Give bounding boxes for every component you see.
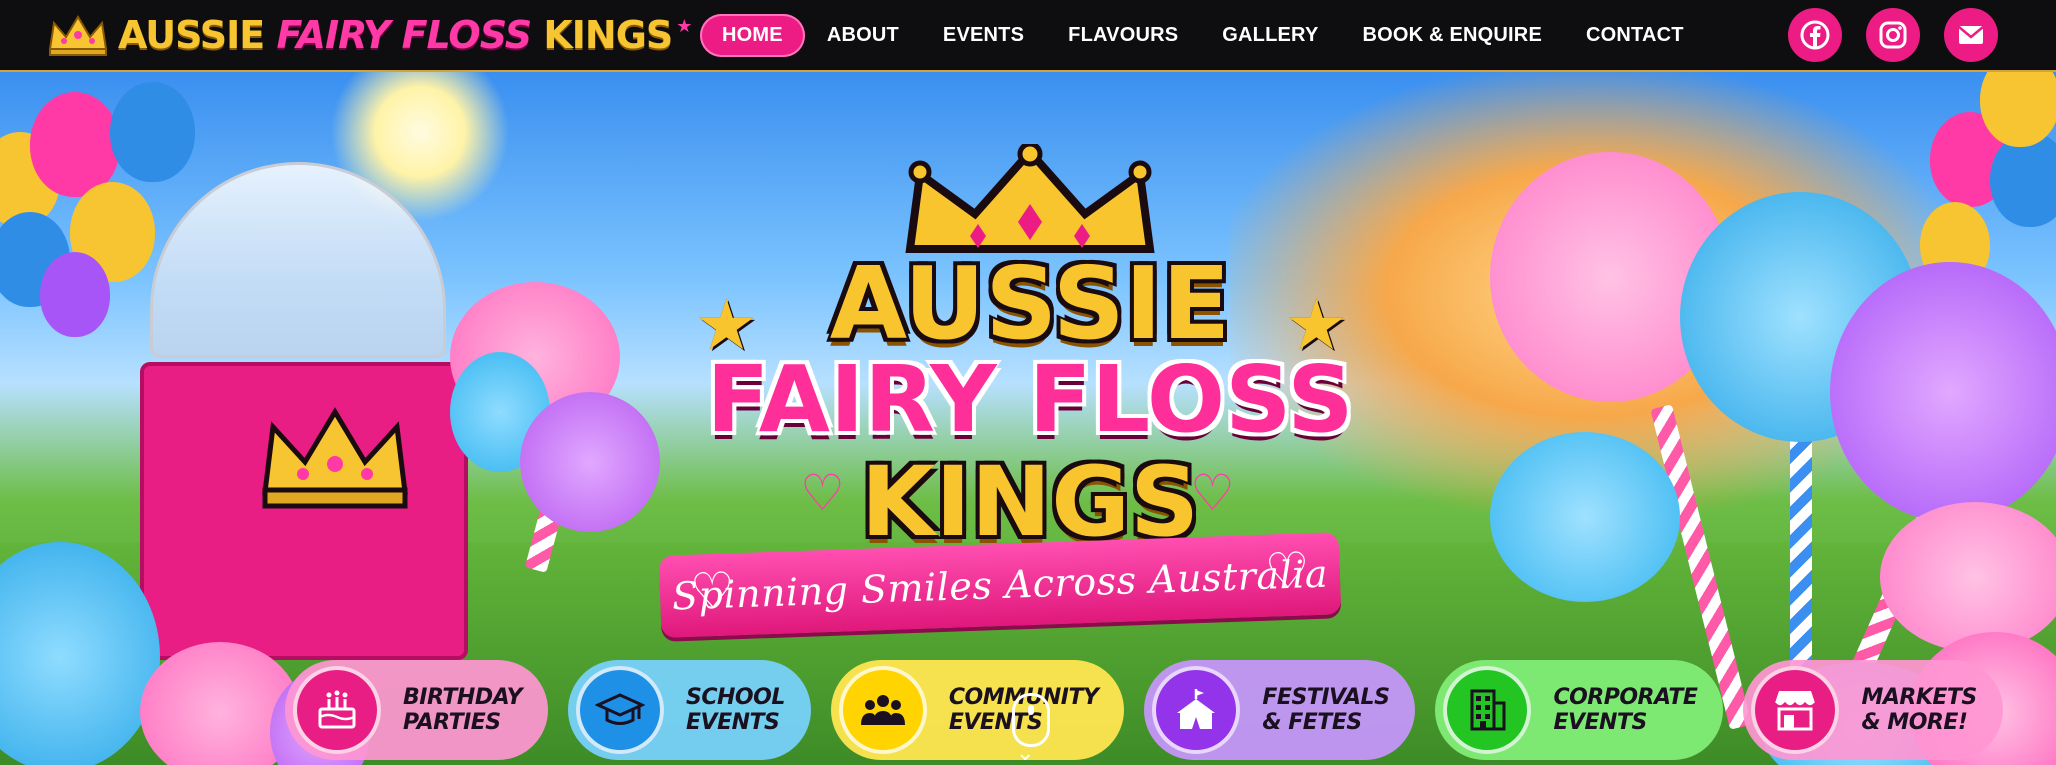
social-links bbox=[1788, 8, 1998, 62]
market-stall-icon bbox=[1774, 691, 1817, 731]
email-button[interactable] bbox=[1944, 8, 1998, 62]
badge-label: MARKETS & MORE! bbox=[1861, 684, 1977, 735]
fairy-floss bbox=[1490, 432, 1680, 602]
brand-name-part2: FAIRY FLOSS bbox=[276, 13, 532, 57]
heart-icon: ♡ bbox=[1263, 542, 1311, 600]
balloon bbox=[40, 252, 110, 337]
crown-icon bbox=[48, 15, 108, 56]
logo-word-fairy-floss: FAIRY FLOSS bbox=[706, 346, 1354, 453]
badge-icon-circle bbox=[576, 666, 665, 754]
scroll-down-indicator[interactable] bbox=[1012, 693, 1050, 747]
crown-icon bbox=[262, 407, 408, 509]
event-community-events[interactable]: COMMUNITY EVENTS bbox=[830, 660, 1125, 760]
balloon bbox=[30, 92, 120, 197]
heart-icon: ♡ bbox=[800, 465, 845, 521]
event-school-events[interactable]: SCHOOL EVENTS bbox=[568, 660, 811, 760]
heart-icon: ♡ bbox=[689, 562, 736, 620]
badge-icon-circle bbox=[293, 666, 381, 754]
event-corporate-events[interactable]: CORPORATE EVENTS bbox=[1435, 660, 1724, 760]
email-icon bbox=[1958, 26, 1984, 44]
nav-gallery[interactable]: GALLERY bbox=[1200, 14, 1340, 57]
chevron-down-icon[interactable]: ⌄ bbox=[1016, 742, 1034, 764]
birthday-cake-icon bbox=[318, 690, 356, 729]
brand-name: AUSSIE FAIRY FLOSS KINGS bbox=[118, 13, 673, 57]
balloon bbox=[110, 82, 195, 182]
nav-book-enquire[interactable]: BOOK & ENQUIRE bbox=[1341, 14, 1564, 57]
fairy-floss bbox=[1830, 262, 2056, 522]
brand-logo[interactable]: AUSSIE FAIRY FLOSS KINGS ★ bbox=[46, 10, 692, 60]
facebook-icon bbox=[1800, 20, 1830, 50]
hero-banner: AUSSIE FAIRY FLOSS KINGS ★ ★ ♡ ♡ ♡ Spinn… bbox=[0, 72, 2056, 765]
brand-name-part1: AUSSIE bbox=[118, 13, 265, 57]
nav-home[interactable]: HOME bbox=[700, 14, 805, 57]
fairy-floss bbox=[1880, 502, 2056, 652]
star-icon: ★ bbox=[1285, 286, 1348, 364]
mouse-wheel-dot bbox=[1028, 705, 1034, 715]
graduation-cap-icon bbox=[595, 693, 646, 725]
badge-label: BIRTHDAY PARTIES bbox=[403, 684, 523, 735]
badge-icon-circle bbox=[1751, 666, 1840, 754]
instagram-button[interactable] bbox=[1866, 8, 1920, 62]
tagline-text: Spinning Smiles Across Australia bbox=[671, 551, 1329, 619]
office-building-icon bbox=[1470, 689, 1506, 731]
event-markets-more[interactable]: MARKETS & MORE! bbox=[1743, 660, 2003, 760]
badge-label: FESTIVALS & FETES bbox=[1262, 684, 1390, 735]
event-festivals-fetes[interactable]: FESTIVALS & FETES bbox=[1144, 660, 1416, 760]
badge-label: SCHOOL EVENTS bbox=[686, 684, 785, 735]
sparkle-icon: ★ bbox=[676, 15, 693, 36]
badge-icon-circle bbox=[1152, 666, 1241, 754]
badge-icon-circle bbox=[838, 666, 927, 754]
nav-events[interactable]: EVENTS bbox=[921, 14, 1046, 57]
people-group-icon bbox=[860, 695, 905, 725]
nav-about[interactable]: ABOUT bbox=[805, 14, 921, 57]
fairy-floss bbox=[520, 392, 660, 532]
nav-flavours[interactable]: FLAVOURS bbox=[1046, 14, 1200, 57]
brand-name-part3: KINGS bbox=[543, 13, 673, 57]
top-navbar: AUSSIE FAIRY FLOSS KINGS ★ HOME ABOUT EV… bbox=[0, 0, 2056, 72]
star-icon: ★ bbox=[695, 286, 758, 364]
heart-icon: ♡ bbox=[1190, 465, 1235, 521]
event-categories: BIRTHDAY PARTIES SCHOOL EVENTS COMMUNITY… bbox=[285, 660, 2003, 760]
page: AUSSIE FAIRY FLOSS KINGS ★ HOME ABOUT EV… bbox=[0, 0, 2056, 765]
badge-icon-circle bbox=[1443, 666, 1532, 754]
badge-label: CORPORATE EVENTS bbox=[1553, 684, 1698, 735]
circus-tent-icon bbox=[1177, 689, 1216, 729]
event-birthday-parties[interactable]: BIRTHDAY PARTIES bbox=[285, 660, 549, 760]
facebook-button[interactable] bbox=[1788, 8, 1842, 62]
instagram-icon bbox=[1879, 21, 1907, 49]
main-nav: HOME ABOUT EVENTS FLAVOURS GALLERY BOOK … bbox=[700, 14, 1706, 57]
nav-contact[interactable]: CONTACT bbox=[1564, 14, 1706, 57]
